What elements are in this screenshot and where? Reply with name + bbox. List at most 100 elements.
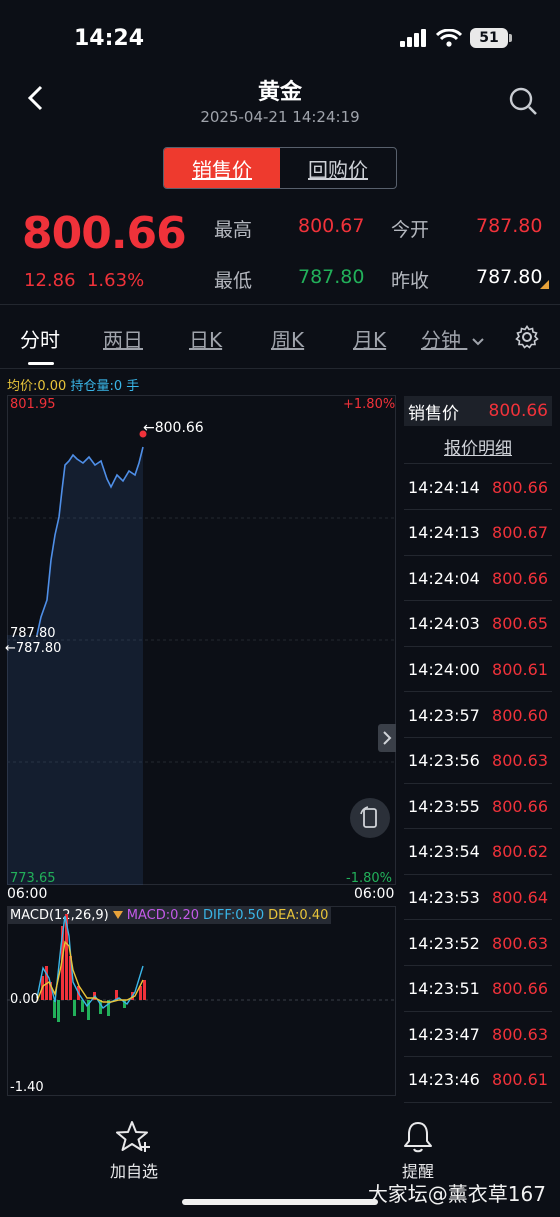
x-start-label: 06:00 [7, 886, 48, 902]
sell-price-tab[interactable]: 销售价 [164, 148, 280, 188]
status-icons: 51 [400, 28, 512, 48]
macd-svg [7, 914, 396, 1022]
quote-detail-link[interactable]: 报价明细 [404, 434, 552, 459]
quote-price: 800.67 [492, 523, 548, 543]
quote-price: 800.62 [492, 842, 548, 862]
quote-price: 800.66 [492, 796, 548, 816]
y-min-pct: -1.80% [346, 871, 392, 886]
quote-row: 14:24:03 800.65 [404, 602, 552, 647]
quote-time: 14:23:57 [408, 705, 480, 725]
quote-row: 14:24:14 800.66 [404, 465, 552, 510]
quote-time: 14:24:04 [408, 568, 480, 588]
quote-row: 14:23:55 800.66 [404, 784, 552, 830]
quote-time: 14:23:52 [408, 933, 480, 953]
high-label: 最高 [214, 219, 253, 241]
divider [404, 463, 552, 464]
add-favorite-button[interactable]: 加自选 [110, 1120, 158, 1182]
y-max-pct: +1.80% [343, 397, 396, 412]
change-value: 12.86 [24, 270, 76, 291]
tab-two-day[interactable]: 两日 [103, 324, 143, 353]
avg-price: 均价:0.00 [7, 379, 67, 394]
price-chart-svg [7, 430, 396, 885]
page-timestamp: 2025-04-21 14:24:19 [200, 108, 360, 126]
low-label: 最低 [214, 270, 253, 292]
quote-time: 14:23:51 [408, 979, 480, 999]
quote-row: 14:23:52 800.63 [404, 921, 552, 966]
change-percent: 1.63% [86, 270, 145, 291]
quote-time: 14:24:03 [408, 614, 480, 634]
high-value: 800.67 [298, 215, 365, 237]
open-interest: 持仓量:0 手 [70, 379, 140, 394]
quote-time: 14:23:56 [408, 751, 480, 771]
tab-monthly-k[interactable]: 月K [353, 324, 386, 353]
quote-price: 800.66 [492, 568, 548, 588]
quote-price: 800.63 [492, 1024, 548, 1044]
watermark: 大家坛@薰衣草167 [367, 1182, 546, 1206]
quote-row: 14:24:00 800.61 [404, 647, 552, 693]
page-title: 黄金 [257, 80, 302, 105]
rotate-screen-button[interactable] [350, 798, 390, 838]
search-icon [509, 87, 537, 115]
buyback-price-tab[interactable]: 回购价 [280, 148, 396, 188]
current-price: 800.66 [22, 208, 187, 259]
quote-time: 14:24:00 [408, 659, 480, 679]
rotate-icon [360, 806, 377, 828]
wifi-icon [436, 29, 462, 47]
side-sell-value: 800.66 [488, 401, 548, 421]
quote-time: 14:23:47 [408, 1024, 480, 1044]
quote-row: 14:23:51 800.66 [404, 967, 552, 1012]
quote-price: 800.65 [492, 614, 548, 634]
add-favorite-label: 加自选 [110, 1162, 159, 1181]
active-tab-indicator [28, 362, 54, 365]
prev-close-value: 787.80 [476, 266, 543, 288]
battery-icon: 51 [470, 28, 512, 48]
quote-row: 14:23:53 800.64 [404, 875, 552, 921]
gear-icon [515, 325, 539, 349]
corner-triangle-icon [540, 280, 549, 289]
status-time: 14:24 [74, 26, 145, 51]
quote-time: 14:23:46 [408, 1070, 480, 1090]
tab-minute[interactable]: 分钟 [421, 324, 485, 353]
x-end-label: 06:00 [354, 886, 395, 902]
search-button[interactable] [508, 86, 538, 120]
quote-price: 800.63 [492, 751, 548, 771]
quote-row: 14:23:57 800.60 [404, 693, 552, 738]
quote-row: 14:23:56 800.63 [404, 739, 552, 784]
open-value: 787.80 [476, 215, 543, 237]
tab-intraday[interactable]: 分时 [20, 324, 60, 353]
bell-icon [404, 1122, 432, 1153]
home-indicator[interactable] [182, 1199, 378, 1205]
expand-side-button[interactable] [378, 724, 396, 752]
alert-button[interactable]: 提醒 [402, 1120, 434, 1182]
quote-row: 14:23:47 800.63 [404, 1012, 552, 1058]
quote-time: 14:23:54 [408, 842, 480, 862]
quote-row: 14:23:46 800.61 [404, 1058, 552, 1103]
star-plus-icon [116, 1121, 150, 1152]
side-sell-price: 销售价 800.66 [404, 396, 552, 426]
quote-time: 14:23:53 [408, 887, 480, 907]
quote-row: 14:23:54 800.62 [404, 830, 552, 875]
quote-time: 14:24:14 [408, 477, 480, 497]
tab-weekly-k[interactable]: 周K [271, 324, 304, 353]
prev-close-label: 昨收 [391, 270, 430, 292]
quote-price: 800.61 [492, 659, 548, 679]
y-min-label: 773.65 [10, 871, 56, 886]
quote-price: 800.66 [492, 979, 548, 999]
quote-time: 14:24:13 [408, 523, 480, 543]
quote-price: 800.61 [492, 1070, 548, 1090]
tab-daily-k[interactable]: 日K [189, 324, 222, 353]
base-pointer: ←787.80 [5, 641, 62, 656]
quote-row: 14:24:04 800.66 [404, 556, 552, 602]
side-sell-label: 销售价 [408, 403, 459, 424]
last-price-pointer: ←800.66 [143, 420, 204, 436]
settings-button[interactable] [515, 325, 539, 353]
tab-minute-label: 分钟 [421, 328, 461, 352]
macd-histogram [41, 914, 146, 1022]
signal-icon [400, 29, 426, 47]
y-max-label: 801.95 [10, 397, 56, 412]
open-label: 今开 [391, 219, 430, 241]
chevron-down-icon [472, 338, 485, 346]
price-change: 12.86 1.63% [24, 270, 144, 291]
divider [0, 304, 560, 305]
base-label: 787.80 [10, 626, 56, 641]
